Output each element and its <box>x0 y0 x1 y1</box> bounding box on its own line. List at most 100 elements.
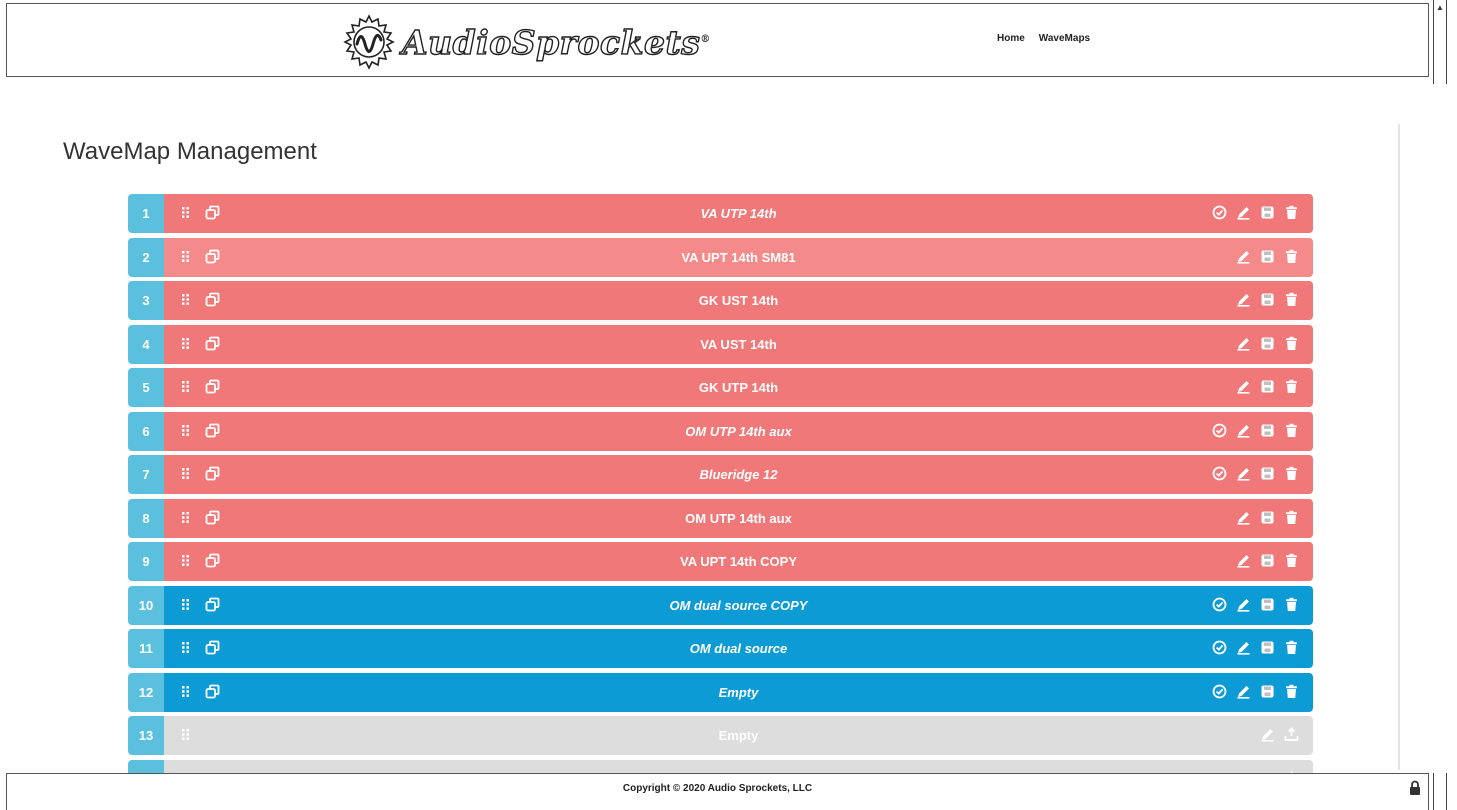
trash-icon[interactable] <box>1284 684 1299 699</box>
wavemap-bar[interactable]: OM UTP 14th aux <box>164 498 1313 538</box>
trash-icon[interactable] <box>1284 466 1299 481</box>
copyright-text: Copyright © 2020 Audio Sprockets, LLC <box>622 783 813 794</box>
wavemap-name[interactable]: VA UPT 14th SM81 <box>164 238 1313 277</box>
wavemap-name[interactable]: Empty <box>164 673 1313 712</box>
save-icon[interactable] <box>1260 597 1275 612</box>
save-icon[interactable] <box>1260 249 1275 264</box>
trash-icon[interactable] <box>1284 336 1299 351</box>
wavemap-row[interactable]: 4 VA UST 14th <box>128 324 1313 364</box>
wavemap-name[interactable]: VA UTP 14th <box>164 194 1313 233</box>
wavemap-bar[interactable]: Empty <box>164 716 1313 755</box>
wavemap-bar[interactable]: GK UST 14th <box>164 281 1313 320</box>
wavemap-name[interactable]: OM UTP 14th aux <box>164 412 1313 451</box>
wavemap-bar[interactable] <box>164 759 1313 775</box>
save-icon[interactable] <box>1260 292 1275 307</box>
trash-icon[interactable] <box>1284 640 1299 655</box>
check-circle-icon[interactable] <box>1212 423 1227 438</box>
pencil-icon[interactable] <box>1236 379 1251 394</box>
pencil-icon[interactable] <box>1236 640 1251 655</box>
pencil-icon[interactable] <box>1236 597 1251 612</box>
scrollbar-bottom[interactable] <box>1433 773 1447 810</box>
wavemap-row[interactable]: 13 Empty <box>128 716 1313 755</box>
row-number: 2 <box>128 237 164 277</box>
save-icon[interactable] <box>1260 205 1275 220</box>
wavemap-bar[interactable]: VA UST 14th <box>164 324 1313 364</box>
wavemap-row[interactable]: 3 GK UST 14th <box>128 281 1313 320</box>
trash-icon[interactable] <box>1284 205 1299 220</box>
wavemap-name[interactable]: GK UTP 14th <box>164 368 1313 407</box>
wavemap-row[interactable]: 1 VA UTP 14th <box>128 194 1313 233</box>
wavemap-row[interactable]: 5 GK UTP 14th <box>128 368 1313 407</box>
wavemap-bar[interactable]: OM dual source COPY <box>164 585 1313 625</box>
save-icon[interactable] <box>1260 466 1275 481</box>
pencil-icon[interactable] <box>1236 292 1251 307</box>
wavemap-name[interactable]: Blueridge 12 <box>164 455 1313 494</box>
lock-icon[interactable] <box>1408 780 1422 796</box>
wavemap-row[interactable]: 10 OM dual source COPY <box>128 585 1313 625</box>
wavemap-row[interactable]: 8 OM UTP 14th aux <box>128 498 1313 538</box>
site-header: AudioSprockets® Home WaveMaps <box>6 3 1429 77</box>
pencil-icon[interactable] <box>1236 684 1251 699</box>
nav-link-wavemaps[interactable]: WaveMaps <box>1039 33 1090 44</box>
wavemap-row[interactable]: 6 OM UTP 14th aux <box>128 411 1313 451</box>
wavemap-name[interactable] <box>164 760 1313 775</box>
pencil-icon[interactable] <box>1236 423 1251 438</box>
save-icon[interactable] <box>1260 423 1275 438</box>
trash-icon[interactable] <box>1284 379 1299 394</box>
wavemap-name[interactable]: OM dual source COPY <box>164 586 1313 625</box>
wavemap-row[interactable]: 9 VA UPT 14th COPY <box>128 542 1313 581</box>
wavemap-name[interactable]: OM dual source <box>164 629 1313 668</box>
save-icon[interactable] <box>1260 379 1275 394</box>
wavemap-row[interactable] <box>128 759 1313 775</box>
audiosprockets-logo[interactable]: AudioSprockets® <box>340 12 711 72</box>
wavemap-bar[interactable]: Blueridge 12 <box>164 455 1313 494</box>
save-icon[interactable] <box>1260 640 1275 655</box>
wavemap-bar[interactable]: VA UPT 14th COPY <box>164 542 1313 581</box>
sprocket-logo-icon <box>343 14 395 70</box>
pencil-icon[interactable] <box>1236 553 1251 568</box>
trash-icon[interactable] <box>1284 292 1299 307</box>
trash-icon[interactable] <box>1284 510 1299 525</box>
pencil-icon[interactable] <box>1236 510 1251 525</box>
pencil-icon[interactable] <box>1236 205 1251 220</box>
wavemap-name[interactable]: VA UPT 14th COPY <box>164 542 1313 581</box>
check-circle-icon[interactable] <box>1212 205 1227 220</box>
wavemap-bar[interactable]: GK UTP 14th <box>164 368 1313 407</box>
wavemap-bar[interactable]: OM UTP 14th aux <box>164 411 1313 451</box>
row-actions <box>1236 336 1299 351</box>
save-icon[interactable] <box>1260 684 1275 699</box>
check-circle-icon[interactable] <box>1212 640 1227 655</box>
wavemap-bar[interactable]: VA UTP 14th <box>164 194 1313 233</box>
scrollbar-top[interactable]: ▲ <box>1433 0 1447 84</box>
wavemap-bar[interactable]: VA UPT 14th SM81 <box>164 237 1313 277</box>
save-icon[interactable] <box>1260 553 1275 568</box>
trash-icon[interactable] <box>1284 249 1299 264</box>
trash-icon[interactable] <box>1284 423 1299 438</box>
wavemap-row[interactable]: 12 Empty <box>128 672 1313 712</box>
pencil-icon[interactable] <box>1236 336 1251 351</box>
upload-icon[interactable] <box>1284 727 1299 742</box>
pencil-icon[interactable] <box>1236 249 1251 264</box>
save-icon[interactable] <box>1260 336 1275 351</box>
wavemap-bar[interactable]: Empty <box>164 672 1313 712</box>
wavemap-row[interactable]: 2 VA UPT 14th SM81 <box>128 237 1313 277</box>
trash-icon[interactable] <box>1284 553 1299 568</box>
save-icon[interactable] <box>1260 510 1275 525</box>
wavemap-name[interactable]: GK UST 14th <box>164 281 1313 320</box>
row-actions <box>1212 640 1299 655</box>
check-circle-icon[interactable] <box>1212 684 1227 699</box>
wavemap-row[interactable]: 11 OM dual source <box>128 629 1313 668</box>
wavemap-name[interactable]: VA UST 14th <box>164 325 1313 364</box>
wavemap-row[interactable]: 7 Blueridge 12 <box>128 455 1313 494</box>
wavemap-name[interactable]: OM UTP 14th aux <box>164 499 1313 538</box>
check-circle-icon[interactable] <box>1212 466 1227 481</box>
scroll-up-icon[interactable]: ▲ <box>1436 4 1444 12</box>
nav-link-home[interactable]: Home <box>997 33 1025 44</box>
wavemap-name[interactable]: Empty <box>164 716 1313 755</box>
trash-icon[interactable] <box>1284 597 1299 612</box>
pencil-icon[interactable] <box>1260 727 1275 742</box>
pencil-icon[interactable] <box>1236 466 1251 481</box>
wavemap-bar[interactable]: OM dual source <box>164 629 1313 668</box>
row-actions <box>1236 379 1299 394</box>
check-circle-icon[interactable] <box>1212 597 1227 612</box>
